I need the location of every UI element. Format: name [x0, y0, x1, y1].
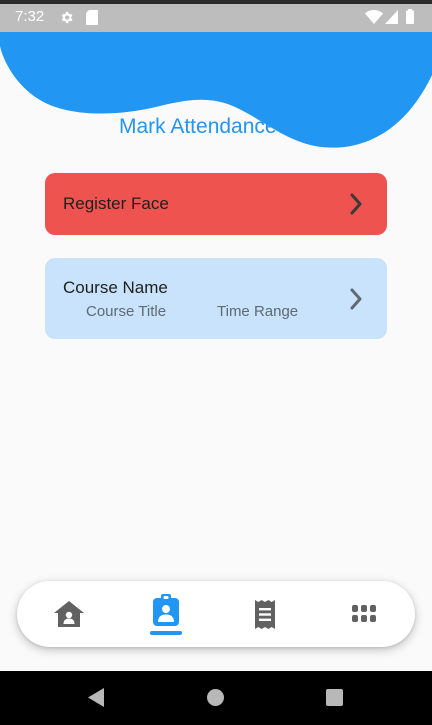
active-nav-indicator [150, 631, 182, 635]
nav-item-records[interactable] [235, 581, 295, 647]
chevron-right-icon [350, 193, 362, 215]
register-face-card[interactable]: Register Face [45, 173, 387, 235]
recents-icon[interactable] [326, 689, 343, 706]
course-title: Course Title [86, 303, 167, 320]
battery-icon [406, 9, 414, 24]
chevron-right-icon [350, 288, 362, 310]
course-time-range: Time Range [217, 303, 299, 320]
system-nav-bar [0, 671, 432, 725]
home-circle-icon[interactable] [206, 688, 225, 707]
register-face-label: Register Face [63, 194, 169, 213]
receipt-icon [255, 600, 275, 629]
nav-item-attendance[interactable] [136, 581, 196, 647]
top-edge [0, 0, 432, 4]
bottom-nav [17, 581, 415, 647]
status-bar: 7:32 [0, 0, 432, 32]
signal-icon [385, 10, 398, 24]
status-time: 7:32 [15, 8, 45, 25]
back-icon[interactable] [88, 688, 104, 707]
nav-item-more[interactable] [334, 581, 394, 647]
sd-card-icon [86, 10, 98, 25]
course-name: Course Name [63, 278, 168, 297]
course-card[interactable]: Course Name Course Title Time Range [45, 258, 387, 339]
badge-icon [153, 594, 179, 626]
apps-grid-icon [352, 605, 376, 622]
home-icon [54, 601, 84, 627]
nav-item-home[interactable] [39, 581, 99, 647]
wifi-icon [365, 10, 383, 24]
settings-icon [61, 11, 73, 24]
